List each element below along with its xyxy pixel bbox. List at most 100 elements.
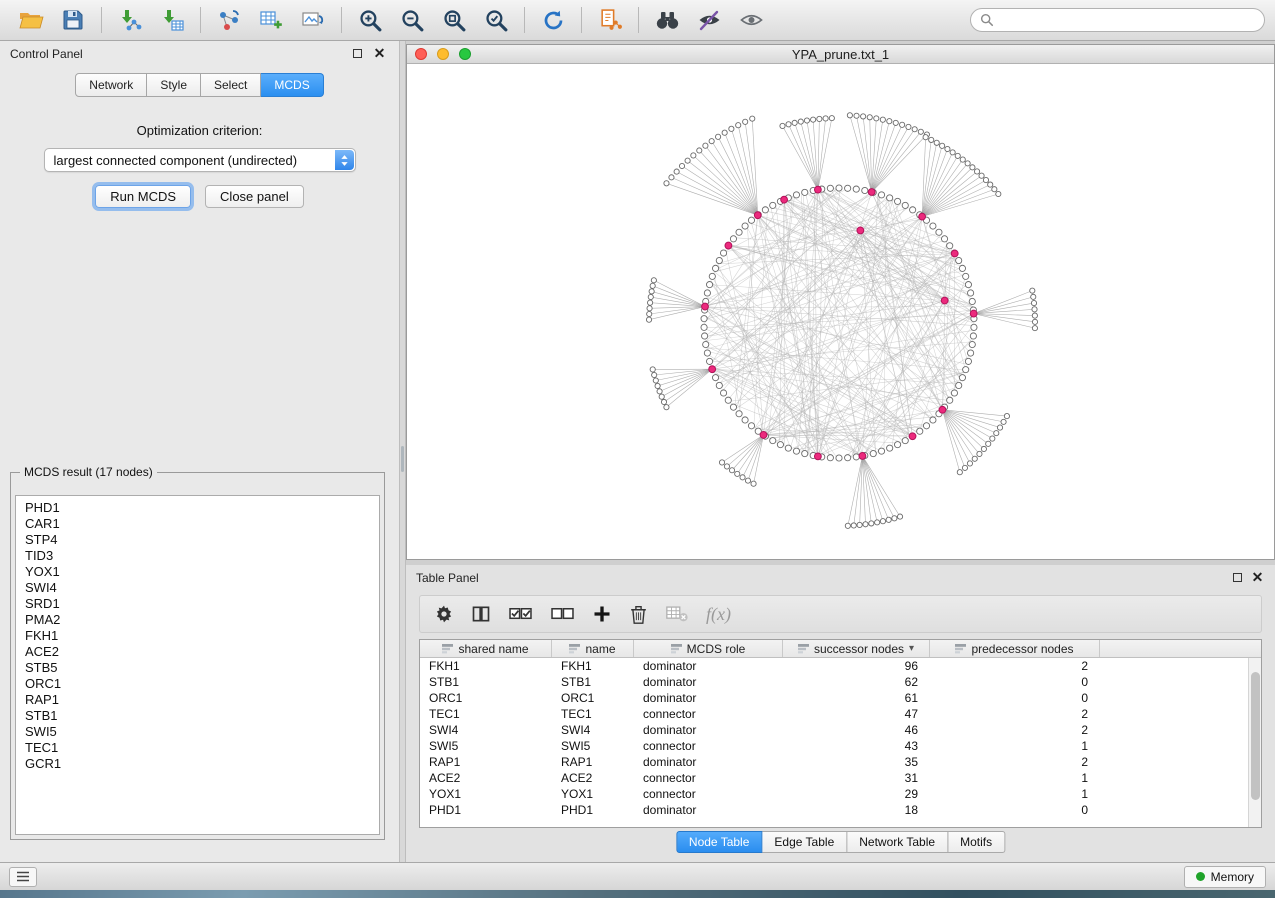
column-header-shared-name[interactable]: shared name	[420, 640, 552, 657]
unselect-all-button[interactable]	[550, 604, 575, 624]
optimization-dropdown[interactable]: largest connected component (undirected)	[44, 148, 356, 172]
mcds-result-item[interactable]: RAP1	[16, 692, 379, 708]
mcds-result-item[interactable]: SWI4	[16, 580, 379, 596]
close-window-button[interactable]	[415, 48, 427, 60]
table-panel-title: Table Panel	[416, 571, 479, 585]
delete-table-button[interactable]	[665, 604, 689, 624]
table-row[interactable]: PHD1PHD1dominator180	[420, 802, 1261, 818]
show-hide-button[interactable]	[730, 4, 772, 36]
column-header-name[interactable]: name	[552, 640, 634, 657]
maximize-window-button[interactable]	[459, 48, 471, 60]
mcds-result-item[interactable]: PMA2	[16, 612, 379, 628]
mcds-result-item[interactable]: FKH1	[16, 628, 379, 644]
table-cell: 46	[783, 722, 930, 738]
export-image-button[interactable]	[292, 4, 334, 36]
table-cell: connector	[634, 738, 783, 754]
scrollbar-thumb[interactable]	[1251, 672, 1260, 800]
table-cell: 61	[783, 690, 930, 706]
mcds-result-item[interactable]: PHD1	[16, 500, 379, 516]
tab-motifs[interactable]: Motifs	[948, 831, 1005, 853]
column-header-successor-nodes[interactable]: successor nodes▾	[783, 640, 930, 657]
zoom-selected-icon	[484, 8, 509, 33]
mcds-result-item[interactable]: STB1	[16, 708, 379, 724]
mcds-result-item[interactable]: GCR1	[16, 756, 379, 772]
network-window: YPA_prune.txt_1	[406, 44, 1275, 560]
float-table-panel-button[interactable]	[1232, 572, 1243, 583]
column-header-predecessor-nodes[interactable]: predecessor nodes	[930, 640, 1100, 657]
tab-network-table[interactable]: Network Table	[847, 831, 948, 853]
table-header-row: shared namenameMCDS rolesuccessor nodes▾…	[420, 640, 1261, 658]
close-panel-x-button[interactable]: ✕	[374, 48, 385, 59]
control-panel-header: Control Panel ✕	[0, 41, 399, 67]
mcds-result-list: PHD1CAR1STP4TID3YOX1SWI4SRD1PMA2FKH1ACE2…	[15, 495, 380, 835]
table-row[interactable]: ORC1ORC1dominator610	[420, 690, 1261, 706]
select-all-button[interactable]	[508, 604, 533, 624]
mcds-result-item[interactable]: STB5	[16, 660, 379, 676]
add-column-button[interactable]	[592, 604, 612, 624]
table-row[interactable]: YOX1YOX1connector291	[420, 786, 1261, 802]
tab-select[interactable]: Select	[201, 73, 261, 97]
float-panel-button[interactable]	[352, 48, 363, 59]
new-network-button[interactable]	[208, 4, 250, 36]
table-row[interactable]: STB1STB1dominator620	[420, 674, 1261, 690]
table-row[interactable]: ACE2ACE2connector311	[420, 770, 1261, 786]
mcds-result-item[interactable]: ACE2	[16, 644, 379, 660]
zoom-selected-button[interactable]	[475, 4, 517, 36]
table-tabs: Node TableEdge TableNetwork TableMotifs	[676, 831, 1005, 853]
mcds-result-item[interactable]: SWI5	[16, 724, 379, 740]
mcds-result-item[interactable]: SRD1	[16, 596, 379, 612]
zoom-out-button[interactable]	[391, 4, 433, 36]
memory-button[interactable]: Memory	[1184, 866, 1266, 888]
mcds-result-item[interactable]: ORC1	[16, 676, 379, 692]
toggle-graphics-details-button[interactable]	[688, 4, 730, 36]
close-table-panel-button[interactable]: ✕	[1252, 572, 1263, 583]
table-row[interactable]: FKH1FKH1dominator962	[420, 658, 1261, 674]
delete-column-button[interactable]	[629, 604, 648, 625]
tab-edge-table[interactable]: Edge Table	[762, 831, 847, 853]
table-settings-button[interactable]	[434, 604, 454, 624]
table-row[interactable]: SWI5SWI5connector431	[420, 738, 1261, 754]
refresh-view-button[interactable]	[532, 4, 574, 36]
column-header-MCDS-role[interactable]: MCDS role	[634, 640, 783, 657]
mcds-result-item[interactable]: TID3	[16, 548, 379, 564]
open-file-button[interactable]	[10, 4, 52, 36]
table-cell: 0	[930, 802, 1100, 818]
save-session-button[interactable]	[52, 4, 94, 36]
close-panel-button[interactable]: Close panel	[205, 185, 304, 208]
mcds-result-item[interactable]: TEC1	[16, 740, 379, 756]
minimize-window-button[interactable]	[437, 48, 449, 60]
table-cell: 31	[783, 770, 930, 786]
new-table-button[interactable]	[250, 4, 292, 36]
search-input[interactable]	[1000, 13, 1255, 27]
table-scrollbar[interactable]	[1248, 658, 1261, 827]
table-cell: 1	[930, 786, 1100, 802]
table-cell: dominator	[634, 754, 783, 770]
tab-mcds[interactable]: MCDS	[261, 73, 323, 97]
mcds-result-item[interactable]: CAR1	[16, 516, 379, 532]
show-columns-button[interactable]	[471, 604, 491, 624]
function-builder-button[interactable]: f(x)	[706, 604, 731, 625]
share-document-button[interactable]	[589, 4, 631, 36]
network-window-titlebar[interactable]: YPA_prune.txt_1	[407, 45, 1274, 64]
network-svg	[407, 64, 1274, 559]
table-cell: RAP1	[552, 754, 634, 770]
menu-button[interactable]	[9, 867, 37, 887]
mcds-buttons-row: Run MCDS Close panel	[0, 185, 399, 208]
import-network-button[interactable]	[109, 4, 151, 36]
import-table-button[interactable]	[151, 4, 193, 36]
table-row[interactable]: SWI4SWI4dominator462	[420, 722, 1261, 738]
table-row[interactable]: TEC1TEC1connector472	[420, 706, 1261, 722]
network-canvas[interactable]	[407, 64, 1274, 559]
mcds-result-item[interactable]: STP4	[16, 532, 379, 548]
table-row[interactable]: RAP1RAP1dominator352	[420, 754, 1261, 770]
zoom-in-button[interactable]	[349, 4, 391, 36]
mcds-result-item[interactable]: YOX1	[16, 564, 379, 580]
tab-network[interactable]: Network	[75, 73, 147, 97]
tab-node-table[interactable]: Node Table	[676, 831, 763, 853]
find-button[interactable]	[646, 4, 688, 36]
zoom-fit-button[interactable]	[433, 4, 475, 36]
run-mcds-button[interactable]: Run MCDS	[95, 185, 191, 208]
columns-icon	[471, 604, 491, 624]
table-cell: STB1	[420, 674, 552, 690]
tab-style[interactable]: Style	[147, 73, 201, 97]
